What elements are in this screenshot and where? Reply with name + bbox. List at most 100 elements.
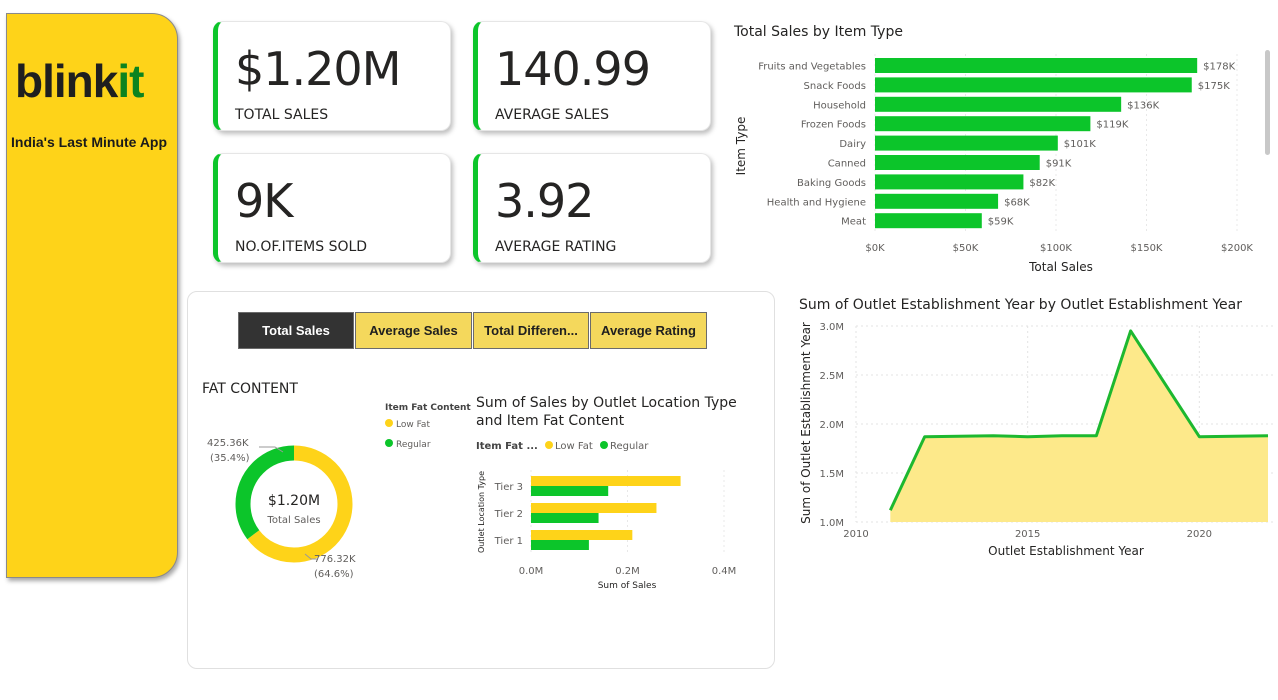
fat-content-donut-chart: $1.20M Total Sales 425.36K (35.4%) 776.32K (6… xyxy=(207,438,356,580)
donut-legend-regular: Regular xyxy=(385,439,431,450)
slice-pct-label: (35.4%) xyxy=(210,453,250,464)
category-label: Tier 2 xyxy=(494,509,523,520)
item-type-chart-title: Total Sales by Item Type xyxy=(734,24,903,40)
category-label: Fruits and Vegetables xyxy=(758,62,866,73)
x-tick-label: 0.4M xyxy=(712,566,737,577)
category-label: Baking Goods xyxy=(797,178,866,189)
kpi-card-total-sales: $1.20M TOTAL SALES xyxy=(213,21,451,131)
x-tick-label: $50K xyxy=(953,243,979,254)
tab-average-sales[interactable]: Average Sales xyxy=(355,312,472,349)
donut-legend-low-fat: Low Fat xyxy=(385,419,430,430)
x-tick-label: $100K xyxy=(1040,243,1072,254)
category-label: Dairy xyxy=(839,139,866,150)
x-tick-label: $0K xyxy=(865,243,885,254)
x-tick-label: 2010 xyxy=(843,529,868,540)
bar xyxy=(875,77,1192,93)
x-axis-title: Outlet Establishment Year xyxy=(988,544,1144,558)
x-tick-label: 0.2M xyxy=(615,566,640,577)
legend-dot-icon xyxy=(385,419,393,427)
outlet-location-title-line2: and Item Fat Content xyxy=(476,413,625,429)
category-label: Frozen Foods xyxy=(801,120,866,131)
bar xyxy=(875,58,1198,73)
bar xyxy=(531,503,657,513)
legend-dot-icon xyxy=(385,439,393,447)
data-label: $68K xyxy=(1004,197,1030,208)
y-tick-label: 1.5M xyxy=(819,469,844,480)
kpi-card-average-sales: 140.99 AVERAGE SALES xyxy=(473,21,711,131)
bar xyxy=(875,174,1024,190)
kpi-value: 140.99 xyxy=(495,42,651,96)
y-axis-title: Outlet Location Type xyxy=(477,471,486,553)
data-label: $91K xyxy=(1046,159,1072,170)
bar xyxy=(875,116,1091,132)
slice-value-label: 425.36K xyxy=(207,438,249,449)
bar xyxy=(875,213,982,229)
legend-dot-icon xyxy=(545,441,554,449)
y-tick-label: 1.0M xyxy=(819,518,844,529)
slice-value-label: 776.32K xyxy=(314,554,356,565)
data-label: $178K xyxy=(1203,62,1235,73)
tab-average-rating[interactable]: Average Rating xyxy=(590,312,707,349)
data-label: $136K xyxy=(1127,100,1159,111)
establishment-area-chart: 3.0M 2.5M 2.0M 1.5M 1.0M2010 2015 2020 Outlet E… xyxy=(799,322,1276,558)
brand-tagline: India's Last Minute App xyxy=(11,134,168,150)
x-axis-title: Sum of Sales xyxy=(598,581,657,591)
donut-center-label: Total Sales xyxy=(266,515,320,526)
bar xyxy=(531,513,599,523)
item-type-bar-chart: $0K $50K $100K $150K $200K Fruits and Vegetab… xyxy=(734,54,1253,274)
kpi-label: AVERAGE RATING xyxy=(495,239,617,255)
category-label: Health and Hygiene xyxy=(767,197,866,208)
category-label: Tier 3 xyxy=(494,482,523,493)
x-tick-label: 2015 xyxy=(1015,529,1040,540)
kpi-label: NO.OF.ITEMS SOLD xyxy=(235,239,368,255)
outlet-location-bar-chart: 0.0M 0.2M 0.4M Tier 3 Tier 2 Tier 1 Sum of Sal… xyxy=(477,470,737,591)
slice-pct-label: (64.6%) xyxy=(314,569,354,580)
data-label: $119K xyxy=(1096,120,1128,131)
establishment-chart-title: Sum of Outlet Establishment Year by Outl… xyxy=(799,297,1243,313)
category-label: Canned xyxy=(828,159,866,170)
bar xyxy=(531,530,633,540)
kpi-label: AVERAGE SALES xyxy=(495,107,609,123)
bar xyxy=(875,96,1122,112)
x-tick-label: 0.0M xyxy=(519,566,544,577)
kpi-value: 3.92 xyxy=(495,174,594,228)
donut-legend-title: Item Fat Content xyxy=(385,403,471,413)
kpi-value: $1.20M xyxy=(235,42,401,96)
kpi-value: 9K xyxy=(235,174,293,228)
bar xyxy=(531,540,589,550)
y-axis-title: Sum of Outlet Establishment Year xyxy=(799,322,813,524)
bar xyxy=(875,193,999,209)
legend-dot-icon xyxy=(599,441,608,449)
bar xyxy=(531,486,609,496)
outlet-location-legend: Item Fat ... Low Fat Regular xyxy=(476,441,649,452)
bar xyxy=(875,155,1040,170)
fat-content-title: FAT CONTENT xyxy=(202,381,298,397)
data-label: $175K xyxy=(1198,81,1230,92)
x-tick-label: $150K xyxy=(1130,243,1162,254)
chart-scrollbar[interactable] xyxy=(1265,50,1270,155)
category-label: Tier 1 xyxy=(494,536,523,547)
kpi-card-average-rating: 3.92 AVERAGE RATING xyxy=(473,153,711,263)
area-fill xyxy=(890,330,1268,522)
y-tick-label: 2.5M xyxy=(819,371,844,382)
data-label: $101K xyxy=(1064,139,1096,150)
x-axis-title: Total Sales xyxy=(1028,260,1093,274)
data-label: $59K xyxy=(988,217,1014,228)
tab-total-sales[interactable]: Total Sales xyxy=(238,312,354,349)
category-label: Snack Foods xyxy=(804,81,866,92)
x-tick-label: 2020 xyxy=(1187,529,1212,540)
x-tick-label: $200K xyxy=(1221,243,1253,254)
brand-sidebar: blinkit India's Last Minute App xyxy=(6,13,178,578)
tab-total-difference[interactable]: Total Differen... xyxy=(473,312,589,349)
outlet-location-title-line1: Sum of Sales by Outlet Location Type xyxy=(476,395,737,411)
category-label: Household xyxy=(813,100,866,111)
donut-center-value: $1.20M xyxy=(268,493,320,509)
data-label: $82K xyxy=(1029,178,1055,189)
bar xyxy=(531,476,681,486)
y-tick-label: 3.0M xyxy=(819,322,844,333)
kpi-card-items-sold: 9K NO.OF.ITEMS SOLD xyxy=(213,153,451,263)
y-axis-title: Item Type xyxy=(734,117,748,176)
kpi-label: TOTAL SALES xyxy=(235,107,329,123)
y-tick-label: 2.0M xyxy=(819,420,844,431)
bar xyxy=(875,135,1058,151)
